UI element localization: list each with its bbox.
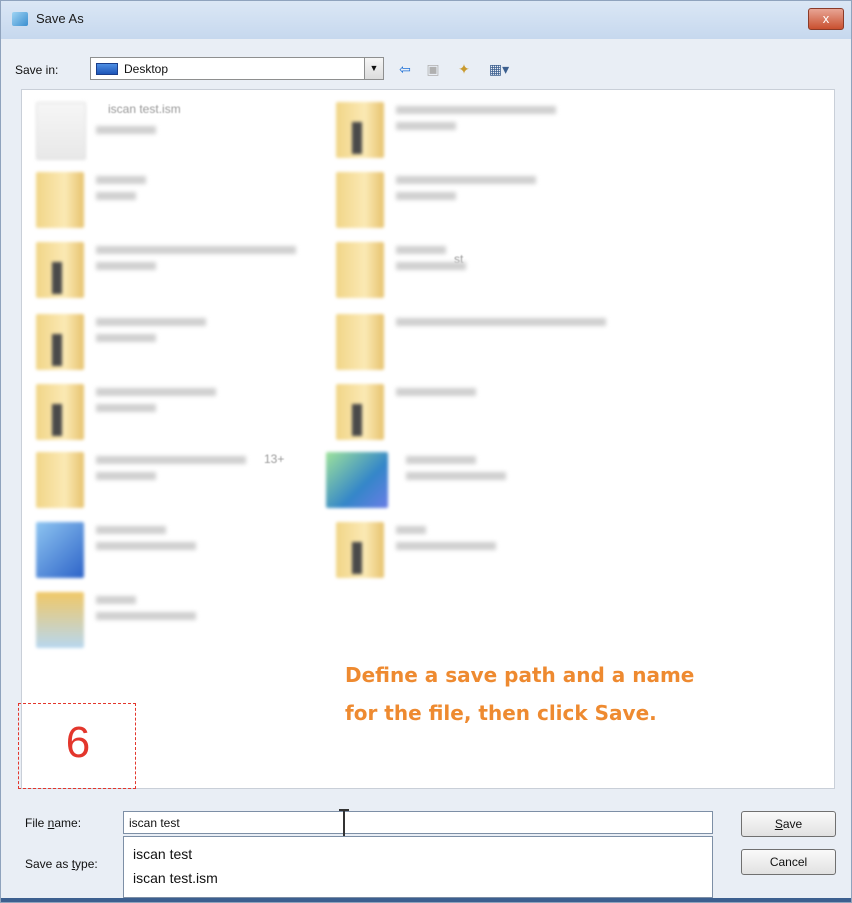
annotation-line-1: Define a save path and a name bbox=[345, 663, 695, 687]
file-details bbox=[396, 318, 606, 368]
file-details bbox=[96, 596, 296, 646]
view-menu-icon[interactable]: ▦▾ bbox=[484, 59, 514, 79]
label-part: ype: bbox=[75, 857, 98, 871]
folder-icon bbox=[36, 242, 84, 298]
save-in-dropdown[interactable]: Desktop ▼ bbox=[90, 57, 384, 80]
document-icon bbox=[36, 102, 86, 160]
toolbar: Save in: Desktop ▼ ⇦ ▣ ✦ ▦▾ bbox=[1, 39, 851, 89]
network-icon bbox=[326, 452, 388, 508]
file-item[interactable] bbox=[36, 380, 326, 444]
file-item[interactable] bbox=[36, 310, 326, 374]
desktop-icon bbox=[96, 63, 118, 75]
up-folder-icon[interactable]: ▣ bbox=[422, 59, 444, 79]
folder-icon bbox=[36, 172, 84, 228]
file-details bbox=[96, 456, 296, 506]
folder-icon bbox=[336, 242, 384, 298]
file-details bbox=[96, 526, 296, 576]
cancel-button[interactable]: Cancel bbox=[741, 849, 836, 875]
file-details bbox=[396, 526, 596, 576]
file-name-label: File name: bbox=[25, 816, 81, 830]
label-part: File bbox=[25, 816, 48, 830]
folder-icon bbox=[36, 314, 84, 370]
back-arrow-icon[interactable]: ⇦ bbox=[394, 59, 416, 79]
folder-icon bbox=[336, 172, 384, 228]
folder-icon bbox=[36, 384, 84, 440]
save-in-value: Desktop bbox=[124, 62, 169, 76]
folder-icon bbox=[336, 384, 384, 440]
annotation-line-2: for the file, then click Save. bbox=[345, 701, 657, 725]
file-details bbox=[406, 456, 606, 506]
autocomplete-item[interactable]: iscan test.ism bbox=[124, 866, 712, 890]
chevron-down-icon[interactable]: ▼ bbox=[364, 58, 383, 79]
folder-icon bbox=[336, 102, 384, 158]
file-details bbox=[396, 106, 596, 156]
file-item[interactable] bbox=[336, 380, 626, 444]
close-button[interactable]: x bbox=[808, 8, 844, 30]
file-item[interactable] bbox=[36, 518, 326, 582]
file-item[interactable]: iscan test.ism bbox=[36, 98, 326, 162]
autocomplete-dropdown[interactable]: iscan test iscan test.ism bbox=[123, 836, 713, 898]
computer-icon bbox=[36, 522, 84, 578]
file-item[interactable] bbox=[336, 518, 626, 582]
taskbar-edge bbox=[1, 898, 851, 902]
title-bar: Save As x bbox=[1, 1, 851, 39]
save-in-label: Save in: bbox=[15, 63, 59, 77]
label-part: ame: bbox=[54, 816, 82, 830]
save-accesskey: S bbox=[774, 817, 783, 831]
file-item[interactable] bbox=[36, 238, 326, 302]
label-part: Save as bbox=[25, 857, 72, 871]
file-name-input[interactable] bbox=[123, 811, 713, 834]
file-name: iscan test.ism bbox=[108, 102, 181, 116]
file-item[interactable]: 13+ bbox=[36, 448, 326, 512]
file-details bbox=[396, 176, 596, 226]
file-item[interactable]: st bbox=[336, 238, 626, 302]
folder-icon bbox=[336, 522, 384, 578]
app-icon bbox=[12, 12, 28, 26]
file-details bbox=[396, 388, 596, 438]
file-item[interactable] bbox=[326, 448, 616, 512]
save-label: ave bbox=[782, 817, 803, 831]
save-button[interactable]: Save bbox=[741, 811, 836, 837]
step-marker: 6 bbox=[18, 703, 136, 789]
file-details bbox=[96, 246, 296, 296]
file-item[interactable] bbox=[36, 168, 326, 232]
instruction-annotation: Define a save path and a name for the fi… bbox=[345, 656, 825, 732]
file-details bbox=[96, 318, 296, 368]
file-item[interactable] bbox=[36, 588, 326, 652]
file-details bbox=[96, 176, 296, 226]
save-as-type-label: Save as type: bbox=[25, 857, 98, 871]
autocomplete-item[interactable]: iscan test bbox=[124, 842, 712, 866]
file-item[interactable] bbox=[336, 168, 626, 232]
libraries-icon bbox=[36, 592, 84, 648]
save-as-dialog: Save As x Save in: Desktop ▼ ⇦ ▣ ✦ ▦▾ is… bbox=[0, 0, 852, 903]
new-folder-icon[interactable]: ✦ bbox=[452, 59, 476, 79]
file-details bbox=[96, 388, 296, 438]
file-details bbox=[396, 246, 596, 296]
folder-icon bbox=[36, 452, 84, 508]
file-item[interactable] bbox=[336, 98, 626, 162]
step-number: 6 bbox=[65, 718, 91, 767]
file-item[interactable] bbox=[336, 310, 626, 374]
window-title: Save As bbox=[36, 11, 84, 26]
folder-icon bbox=[336, 314, 384, 370]
